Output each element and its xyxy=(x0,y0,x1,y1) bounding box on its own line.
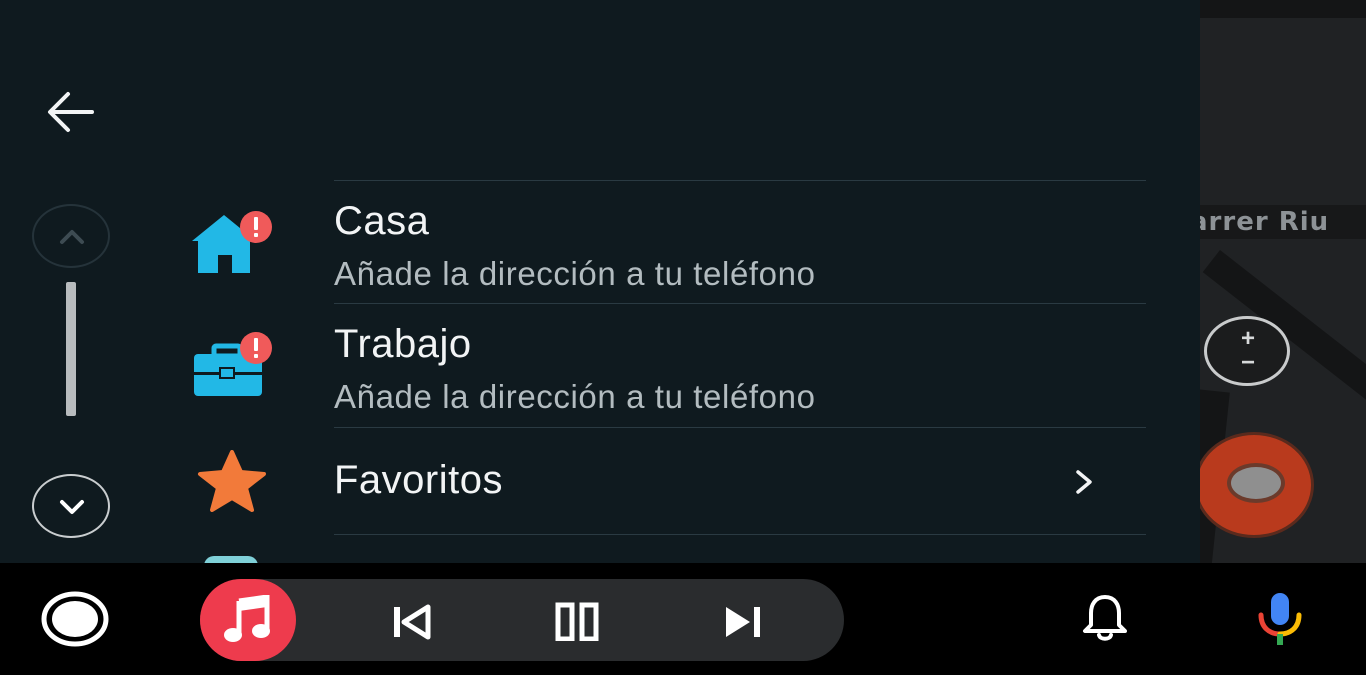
star-icon xyxy=(198,450,266,512)
item-title: Favoritos xyxy=(334,458,503,502)
street-name-label: arrer Riu xyxy=(1200,205,1366,239)
bell-icon xyxy=(1083,595,1127,641)
speech-bubble-icon xyxy=(1227,463,1285,503)
map-view[interactable]: arrer Riu + − xyxy=(1200,0,1366,563)
map-road xyxy=(1200,0,1366,18)
chevron-right-icon xyxy=(1076,470,1092,494)
list-item-work[interactable]: Trabajo Añade la dirección a tu teléfono xyxy=(0,304,1200,427)
divider xyxy=(334,534,1146,535)
back-button[interactable] xyxy=(44,88,96,136)
music-app-button[interactable] xyxy=(200,579,296,661)
destinations-panel: Casa Añade la dirección a tu teléfono Tr… xyxy=(0,0,1200,570)
report-button[interactable] xyxy=(1200,432,1314,538)
pause-icon xyxy=(555,602,599,642)
item-title: Trabajo xyxy=(334,322,472,366)
circle-home-icon xyxy=(41,591,109,647)
zoom-button[interactable]: + − xyxy=(1204,316,1290,386)
item-subtitle: Añade la dirección a tu teléfono xyxy=(334,255,816,292)
zoom-out-icon: − xyxy=(1241,349,1256,376)
briefcase-icon xyxy=(194,332,272,396)
home-icon xyxy=(192,211,272,273)
system-bar xyxy=(0,563,1366,675)
item-subtitle: Añade la dirección a tu teléfono xyxy=(334,378,816,415)
previous-track-button[interactable] xyxy=(390,601,434,646)
skip-previous-icon xyxy=(394,604,431,640)
voice-assistant-button[interactable] xyxy=(1254,591,1306,652)
media-controls xyxy=(200,579,844,661)
skip-next-icon xyxy=(726,607,760,637)
list-item-home[interactable]: Casa Añade la dirección a tu teléfono xyxy=(0,181,1200,303)
home-button[interactable] xyxy=(40,589,110,649)
arrow-left-icon xyxy=(48,92,94,132)
item-title: Casa xyxy=(334,199,430,243)
android-auto-screen: arrer Riu + − Casa Añade la dirección a … xyxy=(0,0,1366,675)
notifications-button[interactable] xyxy=(1080,593,1130,648)
music-note-icon xyxy=(224,595,270,642)
zoom-in-icon: + xyxy=(1241,325,1256,352)
list-item-favorites[interactable]: Favoritos xyxy=(0,428,1200,534)
mic-icon xyxy=(1258,593,1302,645)
next-track-button[interactable] xyxy=(722,601,766,646)
pause-button[interactable] xyxy=(554,601,602,646)
